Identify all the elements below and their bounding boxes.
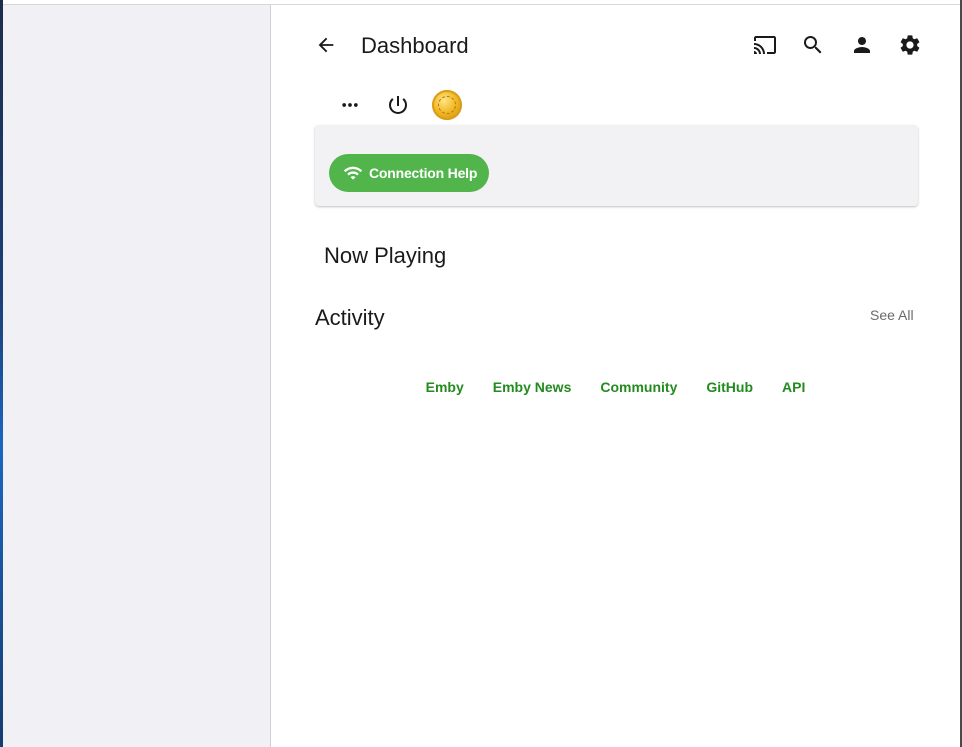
footer-link-emby[interactable]: Emby xyxy=(426,379,464,395)
back-button[interactable] xyxy=(308,27,344,63)
more-button[interactable] xyxy=(332,87,368,123)
arrow-back-icon xyxy=(315,34,337,56)
sidebar-panel xyxy=(3,5,271,747)
cast-button[interactable] xyxy=(747,27,783,63)
premiere-badge-icon[interactable] xyxy=(432,90,462,120)
connection-help-button[interactable]: Connection Help xyxy=(329,154,489,192)
premiere-badge-ring xyxy=(438,96,456,114)
main-content: Dashboard Connection Help Now Playing Ac… xyxy=(271,5,960,747)
power-icon xyxy=(386,93,410,117)
footer-link-emby-news[interactable]: Emby News xyxy=(493,379,572,395)
app-window: Dashboard Connection Help Now Playing Ac… xyxy=(0,0,962,747)
settings-button[interactable] xyxy=(892,27,928,63)
server-info-card: Connection Help xyxy=(315,125,918,206)
footer-link-community[interactable]: Community xyxy=(600,379,677,395)
activity-heading: Activity xyxy=(315,305,385,330)
search-icon xyxy=(801,33,825,57)
power-button[interactable] xyxy=(380,87,416,123)
connection-help-label: Connection Help xyxy=(369,165,478,181)
footer-links: Emby Emby News Community GitHub API xyxy=(271,379,960,395)
now-playing-heading: Now Playing xyxy=(324,243,447,268)
cast-icon xyxy=(753,33,777,57)
user-button[interactable] xyxy=(844,27,880,63)
page-title: Dashboard xyxy=(361,33,469,58)
see-all-link[interactable]: See All xyxy=(870,307,914,323)
wifi-icon xyxy=(343,163,363,183)
footer-link-api[interactable]: API xyxy=(782,379,805,395)
settings-icon xyxy=(898,33,922,57)
more-horiz-icon xyxy=(340,95,360,115)
person-icon xyxy=(850,33,874,57)
footer-link-github[interactable]: GitHub xyxy=(706,379,753,395)
search-button[interactable] xyxy=(795,27,831,63)
